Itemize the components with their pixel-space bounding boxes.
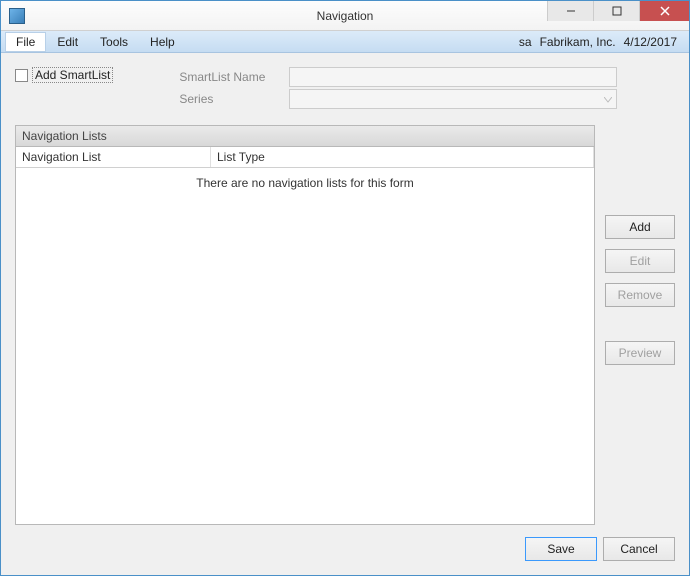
smartlist-name-label: SmartList Name bbox=[179, 70, 289, 84]
mid-section: Navigation Lists Navigation List List Ty… bbox=[15, 125, 675, 525]
spacer bbox=[605, 317, 675, 331]
panel-title: Navigation Lists bbox=[16, 126, 594, 147]
window-title: Navigation bbox=[317, 9, 374, 23]
maximize-button[interactable] bbox=[593, 1, 639, 21]
empty-message: There are no navigation lists for this f… bbox=[16, 168, 594, 190]
add-button[interactable]: Add bbox=[605, 215, 675, 239]
add-smartlist-checkbox[interactable] bbox=[15, 69, 28, 82]
menu-help[interactable]: Help bbox=[139, 32, 186, 52]
bottom-bar: Save Cancel bbox=[15, 525, 675, 561]
series-row: Series bbox=[179, 89, 617, 109]
remove-button: Remove bbox=[605, 283, 675, 307]
close-icon bbox=[660, 6, 670, 16]
smartlist-name-input bbox=[289, 67, 617, 87]
app-icon bbox=[9, 8, 25, 24]
navigation-window: Navigation File Edit Tools Help sa Fabri… bbox=[0, 0, 690, 576]
window-controls bbox=[547, 1, 689, 30]
cancel-button[interactable]: Cancel bbox=[603, 537, 675, 561]
content-area: Add SmartList SmartList Name Series bbox=[1, 53, 689, 575]
series-label: Series bbox=[179, 92, 289, 106]
chevron-down-icon bbox=[604, 92, 612, 106]
menu-file[interactable]: File bbox=[5, 32, 46, 52]
status-user: sa bbox=[519, 35, 532, 49]
edit-button: Edit bbox=[605, 249, 675, 273]
menubar-status: sa Fabrikam, Inc. 4/12/2017 bbox=[519, 35, 685, 49]
column-navigation-list[interactable]: Navigation List bbox=[16, 147, 211, 167]
top-section: Add SmartList SmartList Name Series bbox=[15, 67, 675, 109]
status-date: 4/12/2017 bbox=[624, 35, 677, 49]
titlebar: Navigation bbox=[1, 1, 689, 31]
maximize-icon bbox=[612, 6, 622, 16]
minimize-icon bbox=[566, 6, 576, 16]
minimize-button[interactable] bbox=[547, 1, 593, 21]
add-smartlist-label: Add SmartList bbox=[32, 67, 113, 83]
navigation-lists-panel: Navigation Lists Navigation List List Ty… bbox=[15, 125, 595, 525]
table-header: Navigation List List Type bbox=[16, 147, 594, 168]
smartlist-name-row: SmartList Name bbox=[179, 67, 617, 87]
preview-button: Preview bbox=[605, 341, 675, 365]
menu-edit[interactable]: Edit bbox=[46, 32, 89, 52]
side-buttons: Add Edit Remove Preview bbox=[605, 125, 675, 525]
save-button[interactable]: Save bbox=[525, 537, 597, 561]
status-company: Fabrikam, Inc. bbox=[540, 35, 616, 49]
table-body: There are no navigation lists for this f… bbox=[16, 168, 594, 524]
add-smartlist-checkbox-wrap: Add SmartList bbox=[15, 67, 113, 83]
menubar: File Edit Tools Help sa Fabrikam, Inc. 4… bbox=[1, 31, 689, 53]
form-fields: SmartList Name Series bbox=[179, 67, 617, 109]
menu-tools[interactable]: Tools bbox=[89, 32, 139, 52]
column-list-type[interactable]: List Type bbox=[211, 147, 594, 167]
series-select bbox=[289, 89, 617, 109]
close-button[interactable] bbox=[639, 1, 689, 21]
